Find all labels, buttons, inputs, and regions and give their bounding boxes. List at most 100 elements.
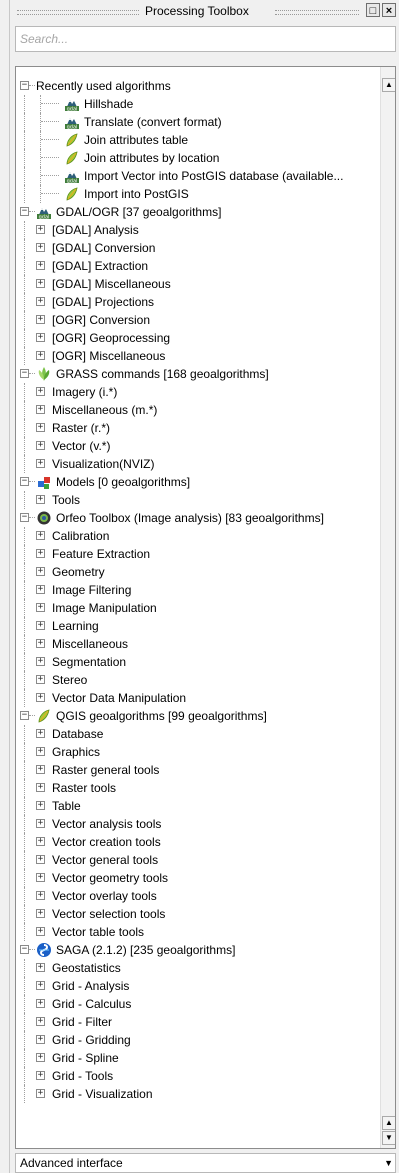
collapse-icon[interactable]: − xyxy=(20,513,29,522)
expand-icon[interactable]: + xyxy=(36,225,45,234)
tree-subgroup[interactable]: + Geostatistics xyxy=(16,959,381,977)
tree-subgroup[interactable]: + Graphics xyxy=(16,743,381,761)
expand-icon[interactable]: + xyxy=(36,459,45,468)
float-window-icon[interactable]: □ xyxy=(366,3,380,17)
scroll-up-icon[interactable]: ▲ xyxy=(382,78,395,92)
tree-subgroup[interactable]: + [GDAL] Extraction xyxy=(16,257,381,275)
close-icon[interactable]: × xyxy=(382,3,396,17)
tree-group[interactable]: − Recently used algorithms xyxy=(16,77,381,95)
tree-subgroup[interactable]: + [GDAL] Analysis xyxy=(16,221,381,239)
algorithm-tree[interactable]: − Recently used algorithms gdal Hillshade gd… xyxy=(15,66,396,1149)
tree-subgroup[interactable]: + [GDAL] Conversion xyxy=(16,239,381,257)
tree-subgroup[interactable]: + [OGR] Geoprocessing xyxy=(16,329,381,347)
expand-icon[interactable]: + xyxy=(36,981,45,990)
expand-icon[interactable]: + xyxy=(36,1089,45,1098)
tree-subgroup[interactable]: + Grid - Tools xyxy=(16,1067,381,1085)
tree-algorithm[interactable]: Join attributes by location xyxy=(16,149,381,167)
tree-subgroup[interactable]: + Image Manipulation xyxy=(16,599,381,617)
tree-subgroup[interactable]: + Grid - Visualization xyxy=(16,1085,381,1103)
expand-icon[interactable]: + xyxy=(36,801,45,810)
tree-subgroup[interactable]: + Vector general tools xyxy=(16,851,381,869)
tree-subgroup[interactable]: + Vector (v.*) xyxy=(16,437,381,455)
expand-icon[interactable]: + xyxy=(36,531,45,540)
tree-algorithm[interactable]: Import into PostGIS xyxy=(16,185,381,203)
expand-icon[interactable]: + xyxy=(36,495,45,504)
chevron-down-icon[interactable]: ▼ xyxy=(384,1154,393,1172)
tree-subgroup[interactable]: + Tools xyxy=(16,491,381,509)
tree-subgroup[interactable]: + Vector Data Manipulation xyxy=(16,689,381,707)
expand-icon[interactable]: + xyxy=(36,351,45,360)
tree-subgroup[interactable]: + [GDAL] Miscellaneous xyxy=(16,275,381,293)
tree-subgroup[interactable]: + Miscellaneous (m.*) xyxy=(16,401,381,419)
tree-subgroup[interactable]: + Learning xyxy=(16,617,381,635)
collapse-icon[interactable]: − xyxy=(20,711,29,720)
expand-icon[interactable]: + xyxy=(36,675,45,684)
expand-icon[interactable]: + xyxy=(36,1035,45,1044)
tree-subgroup[interactable]: + [OGR] Conversion xyxy=(16,311,381,329)
expand-icon[interactable]: + xyxy=(36,927,45,936)
expand-icon[interactable]: + xyxy=(36,243,45,252)
tree-group[interactable]: − gdal GDAL/OGR [37 geoalgorithms] xyxy=(16,203,381,221)
panel-titlebar[interactable]: Processing Toolbox □ × xyxy=(11,0,399,22)
tree-subgroup[interactable]: + Grid - Filter xyxy=(16,1013,381,1031)
tree-group[interactable]: − GRASS commands [168 geoalgorithms] xyxy=(16,365,381,383)
tree-group[interactable]: − SAGA (2.1.2) [235 geoalgorithms] xyxy=(16,941,381,959)
tree-subgroup[interactable]: + Grid - Gridding xyxy=(16,1031,381,1049)
tree-subgroup[interactable]: + Visualization(NVIZ) xyxy=(16,455,381,473)
tree-subgroup[interactable]: + Stereo xyxy=(16,671,381,689)
expand-icon[interactable]: + xyxy=(36,441,45,450)
expand-icon[interactable]: + xyxy=(36,873,45,882)
expand-icon[interactable]: + xyxy=(36,549,45,558)
collapse-icon[interactable]: − xyxy=(20,207,29,216)
expand-icon[interactable]: + xyxy=(36,693,45,702)
expand-icon[interactable]: + xyxy=(36,765,45,774)
tree-subgroup[interactable]: + Vector overlay tools xyxy=(16,887,381,905)
tree-subgroup[interactable]: + [OGR] Miscellaneous xyxy=(16,347,381,365)
tree-subgroup[interactable]: + Imagery (i.*) xyxy=(16,383,381,401)
collapse-icon[interactable]: − xyxy=(20,477,29,486)
tree-subgroup[interactable]: + Grid - Spline xyxy=(16,1049,381,1067)
tree-group[interactable]: − Models [0 geoalgorithms] xyxy=(16,473,381,491)
tree-subgroup[interactable]: + Geometry xyxy=(16,563,381,581)
expand-icon[interactable]: + xyxy=(36,297,45,306)
tree-subgroup[interactable]: + Table xyxy=(16,797,381,815)
expand-icon[interactable]: + xyxy=(36,333,45,342)
expand-icon[interactable]: + xyxy=(36,279,45,288)
tree-subgroup[interactable]: + Vector analysis tools xyxy=(16,815,381,833)
collapse-icon[interactable]: − xyxy=(20,81,29,90)
tree-algorithm[interactable]: gdal Hillshade xyxy=(16,95,381,113)
expand-icon[interactable]: + xyxy=(36,819,45,828)
expand-icon[interactable]: + xyxy=(36,1071,45,1080)
tree-group[interactable]: − QGIS geoalgorithms [99 geoalgorithms] xyxy=(16,707,381,725)
tree-subgroup[interactable]: + Calibration xyxy=(16,527,381,545)
expand-icon[interactable]: + xyxy=(36,621,45,630)
tree-algorithm[interactable]: gdal Import Vector into PostGIS database … xyxy=(16,167,381,185)
collapse-icon[interactable]: − xyxy=(20,369,29,378)
expand-icon[interactable]: + xyxy=(36,963,45,972)
interface-mode-select[interactable]: Advanced interface ▼ xyxy=(15,1153,396,1173)
expand-icon[interactable]: + xyxy=(36,639,45,648)
tree-group[interactable]: − Orfeo Toolbox (Image analysis) [83 geoa… xyxy=(16,509,381,527)
expand-icon[interactable]: + xyxy=(36,405,45,414)
search-input[interactable] xyxy=(15,26,396,52)
expand-icon[interactable]: + xyxy=(36,909,45,918)
tree-subgroup[interactable]: + Grid - Analysis xyxy=(16,977,381,995)
expand-icon[interactable]: + xyxy=(36,387,45,396)
tree-algorithm[interactable]: Join attributes table xyxy=(16,131,381,149)
tree-subgroup[interactable]: + Image Filtering xyxy=(16,581,381,599)
tree-subgroup[interactable]: + Raster general tools xyxy=(16,761,381,779)
expand-icon[interactable]: + xyxy=(36,657,45,666)
tree-subgroup[interactable]: + Raster tools xyxy=(16,779,381,797)
scroll-down-icon[interactable]: ▼ xyxy=(382,1131,395,1145)
tree-subgroup[interactable]: + Segmentation xyxy=(16,653,381,671)
vertical-scrollbar[interactable]: ▲ ▲ ▼ xyxy=(380,67,395,1148)
tree-subgroup[interactable]: + Vector table tools xyxy=(16,923,381,941)
tree-subgroup[interactable]: + Grid - Calculus xyxy=(16,995,381,1013)
scroll-up-icon[interactable]: ▲ xyxy=(382,1116,395,1130)
expand-icon[interactable]: + xyxy=(36,837,45,846)
expand-icon[interactable]: + xyxy=(36,1053,45,1062)
expand-icon[interactable]: + xyxy=(36,855,45,864)
tree-subgroup[interactable]: + Raster (r.*) xyxy=(16,419,381,437)
expand-icon[interactable]: + xyxy=(36,1017,45,1026)
tree-subgroup[interactable]: + Vector geometry tools xyxy=(16,869,381,887)
